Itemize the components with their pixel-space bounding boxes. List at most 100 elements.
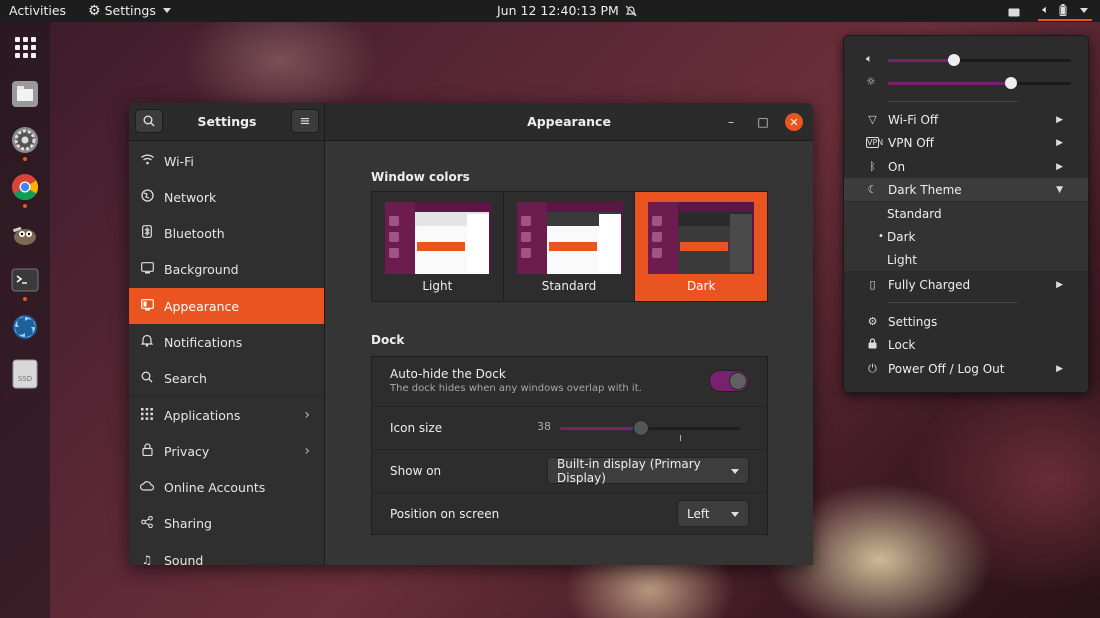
theme-option-standard[interactable]: Standard: [504, 192, 636, 301]
arrow-down-icon: ▼: [1056, 184, 1063, 195]
sidebar-item-network[interactable]: Network: [129, 179, 324, 215]
sidebar-item-appearance[interactable]: Appearance: [129, 288, 324, 324]
keyboard-icon[interactable]: [1008, 8, 1020, 17]
files-launcher[interactable]: [10, 79, 40, 109]
system-menu: 🔈︎ ☼ ▽ Wi-Fi Off ▶ VPN VPN Off ▶ ᛒ On ▶ …: [843, 35, 1089, 393]
gear-icon: ⚙: [867, 315, 878, 328]
chrome-launcher[interactable]: [10, 172, 40, 202]
ssd-drive-launcher[interactable]: SSD: [10, 359, 40, 389]
theme-preview-standard: [516, 202, 623, 274]
arrow-right-icon: ▶: [1056, 161, 1063, 172]
position-row: Position on screen Left: [372, 493, 767, 536]
night-icon: ☾: [867, 183, 878, 196]
sidebar-item-label: Wi-Fi: [164, 153, 194, 169]
wifi-menu-item[interactable]: ▽ Wi-Fi Off ▶: [844, 108, 1088, 131]
arrow-right-icon: ▶: [1056, 137, 1063, 148]
sidebar-item-label: Privacy: [164, 443, 210, 459]
arrow-right-icon: ▶: [1056, 279, 1063, 290]
theme-option-light[interactable]: Light: [844, 248, 1088, 271]
autohide-toggle[interactable]: [709, 370, 749, 392]
show-applications-button[interactable]: [10, 32, 40, 62]
appearance-icon: [140, 298, 154, 314]
minimize-button[interactable]: –: [722, 113, 740, 131]
theme-option-dark[interactable]: • Dark: [844, 225, 1088, 248]
maximize-button[interactable]: □: [754, 113, 772, 131]
notifications-off-icon: [625, 5, 637, 16]
battery-menu-item[interactable]: ▯ Fully Charged ▶: [844, 273, 1088, 296]
volume-slider[interactable]: 🔈︎: [866, 52, 1071, 68]
sidebar-item-applications[interactable]: Applications ›: [129, 397, 324, 433]
settings-sidebar: Wi-Fi Network Bluetooth Background Appea…: [129, 141, 325, 565]
close-button[interactable]: ✕: [785, 113, 803, 131]
menu-item-label: Power Off / Log Out: [888, 361, 1005, 376]
theme-option-standard[interactable]: Standard: [844, 202, 1088, 225]
slider-handle[interactable]: [1005, 77, 1017, 89]
brightness-slider[interactable]: ☼: [866, 75, 1071, 91]
sidebar-item-privacy[interactable]: Privacy ›: [129, 433, 324, 469]
activities-button[interactable]: Activities: [9, 3, 66, 18]
steam-launcher[interactable]: [10, 312, 40, 342]
theme-option-light[interactable]: Light: [372, 192, 504, 301]
battery-icon: ▯: [869, 278, 876, 291]
lock-menu-item[interactable]: Lock: [844, 333, 1088, 356]
sidebar-item-sharing[interactable]: Sharing: [129, 505, 324, 541]
dark-theme-menu-item[interactable]: ☾ Dark Theme ▼: [844, 178, 1088, 201]
settings-menu-item[interactable]: ⚙ Settings: [844, 310, 1088, 333]
share-icon: [140, 515, 154, 531]
swirl-app-icon: [13, 315, 37, 339]
position-dropdown[interactable]: Left: [677, 500, 749, 527]
menu-item-label: Wi-Fi Off: [888, 112, 939, 127]
sidebar-item-online-accounts[interactable]: Online Accounts: [129, 469, 324, 505]
bluetooth-icon: [140, 225, 154, 241]
top-bar: Activities ⚙ Settings Jun 12 12:40:13 PM…: [0, 0, 1100, 22]
sidebar-item-sound[interactable]: ♫ Sound: [129, 542, 324, 566]
power-menu-item[interactable]: ⏻ Power Off / Log Out ▶: [844, 357, 1088, 380]
system-status-button[interactable]: 🔈︎: [1038, 3, 1092, 21]
slider-handle[interactable]: [633, 420, 649, 436]
chevron-down-icon: [162, 8, 171, 13]
sidebar-item-wifi[interactable]: Wi-Fi: [129, 143, 324, 179]
dock: SSD: [0, 22, 50, 618]
dock-settings-list: Auto-hide the Dock The dock hides when a…: [371, 356, 768, 535]
autohide-description: The dock hides when any windows overlap …: [390, 383, 642, 394]
dock-heading: Dock: [371, 333, 405, 347]
window-colors-heading: Window colors: [371, 170, 470, 184]
bell-icon: [140, 334, 154, 350]
sidebar-item-search[interactable]: Search: [129, 360, 324, 396]
terminal-launcher[interactable]: [10, 265, 40, 295]
icon-size-value: 38: [537, 420, 551, 433]
settings-window: Settings ≡ Appearance – □ ✕ Wi-Fi Networ…: [129, 103, 813, 565]
drive-icon: SSD: [12, 359, 38, 389]
window-header-bar: Settings ≡ Appearance – □ ✕: [129, 103, 813, 141]
clock[interactable]: Jun 12 12:40:13 PM: [497, 3, 637, 18]
clock-text: Jun 12 12:40:13 PM: [497, 3, 619, 18]
running-indicator: [23, 157, 27, 161]
show-on-dropdown[interactable]: Built-in display (Primary Display): [547, 457, 749, 485]
svg-text:SSD: SSD: [18, 375, 32, 383]
bluetooth-menu-item[interactable]: ᛒ On ▶: [844, 155, 1088, 178]
sidebar-item-bluetooth[interactable]: Bluetooth: [129, 215, 324, 251]
grid-icon: [140, 407, 154, 423]
theme-option-dark[interactable]: Dark: [635, 192, 768, 301]
icon-size-row: Icon size 38: [372, 407, 767, 450]
icon-size-slider[interactable]: [560, 420, 740, 441]
app-menu[interactable]: ⚙ Settings: [88, 3, 171, 18]
settings-launcher[interactable]: [10, 125, 40, 155]
theme-option-label: Dark: [887, 229, 916, 244]
autohide-label: Auto-hide the Dock: [390, 367, 506, 381]
gimp-launcher[interactable]: [10, 219, 40, 249]
sidebar-item-background[interactable]: Background: [129, 251, 324, 287]
main-menu-button[interactable]: ≡: [291, 109, 319, 133]
vpn-menu-item[interactable]: VPN VPN Off ▶: [844, 131, 1088, 154]
volume-icon: 🔈︎: [866, 52, 873, 65]
lock-icon: [140, 443, 154, 459]
vpn-icon: VPN: [866, 137, 884, 148]
selected-dot-icon: •: [878, 231, 884, 242]
lock-icon: [866, 337, 879, 352]
sidebar-item-notifications[interactable]: Notifications: [129, 324, 324, 360]
slider-handle[interactable]: [948, 54, 960, 66]
sidebar-item-label: Bluetooth: [164, 225, 225, 241]
bluetooth-icon: ᛒ: [869, 160, 876, 173]
position-value: Left: [687, 506, 710, 521]
gear-icon: ⚙: [88, 2, 101, 19]
